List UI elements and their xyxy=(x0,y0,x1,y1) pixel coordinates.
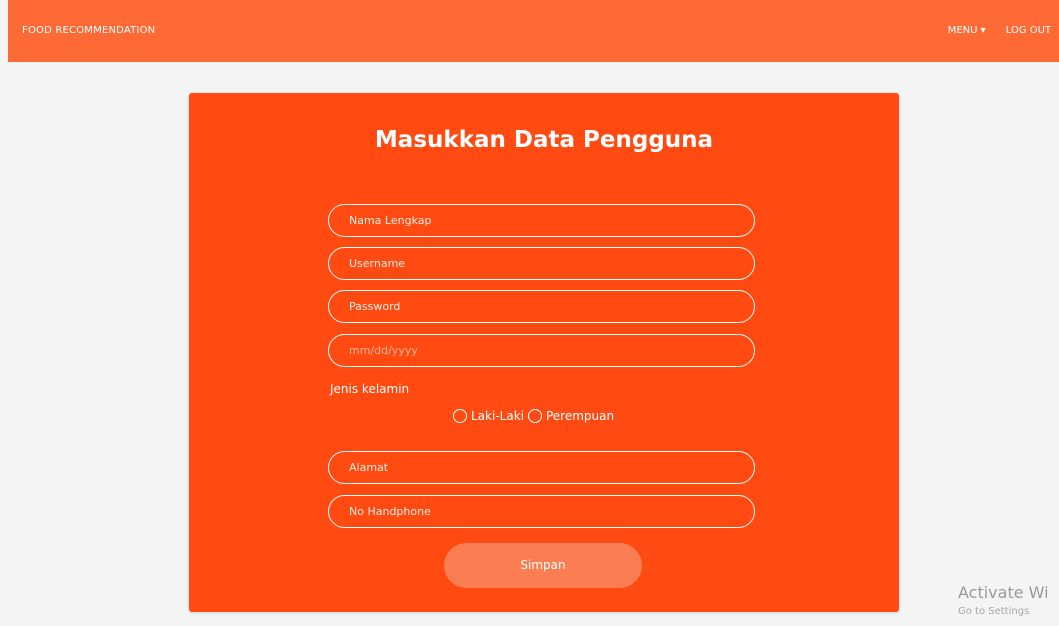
gender-radio-group: Laki-Laki Perempuan xyxy=(453,409,614,423)
full-name-input[interactable] xyxy=(328,204,755,237)
navbar: FOOD RECOMMENDATION MENU ▾ LOG OUT xyxy=(8,0,1059,62)
watermark-line2: Go to Settings xyxy=(958,606,1030,617)
address-input[interactable] xyxy=(328,451,755,484)
brand-link[interactable]: FOOD RECOMMENDATION xyxy=(22,25,155,36)
phone-input[interactable] xyxy=(328,495,755,528)
activation-watermark: Activate Wi Go to Settings xyxy=(958,583,1049,617)
save-button[interactable]: Simpan xyxy=(444,543,642,588)
password-input[interactable] xyxy=(328,290,755,323)
form-title: Masukkan Data Pengguna xyxy=(374,127,714,153)
birthdate-input[interactable] xyxy=(328,334,755,367)
radio-female-label: Perempuan xyxy=(545,409,615,423)
radio-female[interactable] xyxy=(527,409,542,423)
gender-label: Jenis kelamin xyxy=(330,382,410,396)
username-input[interactable] xyxy=(328,247,755,280)
radio-male-label: Laki-Laki xyxy=(471,409,524,423)
radio-male[interactable] xyxy=(453,409,467,423)
nav-links: MENU ▾ LOG OUT xyxy=(948,25,1051,36)
watermark-line1: Activate Wi xyxy=(958,583,1049,602)
logout-link[interactable]: LOG OUT xyxy=(1006,25,1051,36)
menu-dropdown[interactable]: MENU ▾ xyxy=(948,25,986,36)
user-data-form: Masukkan Data Pengguna Jenis kelamin Lak… xyxy=(189,93,899,612)
